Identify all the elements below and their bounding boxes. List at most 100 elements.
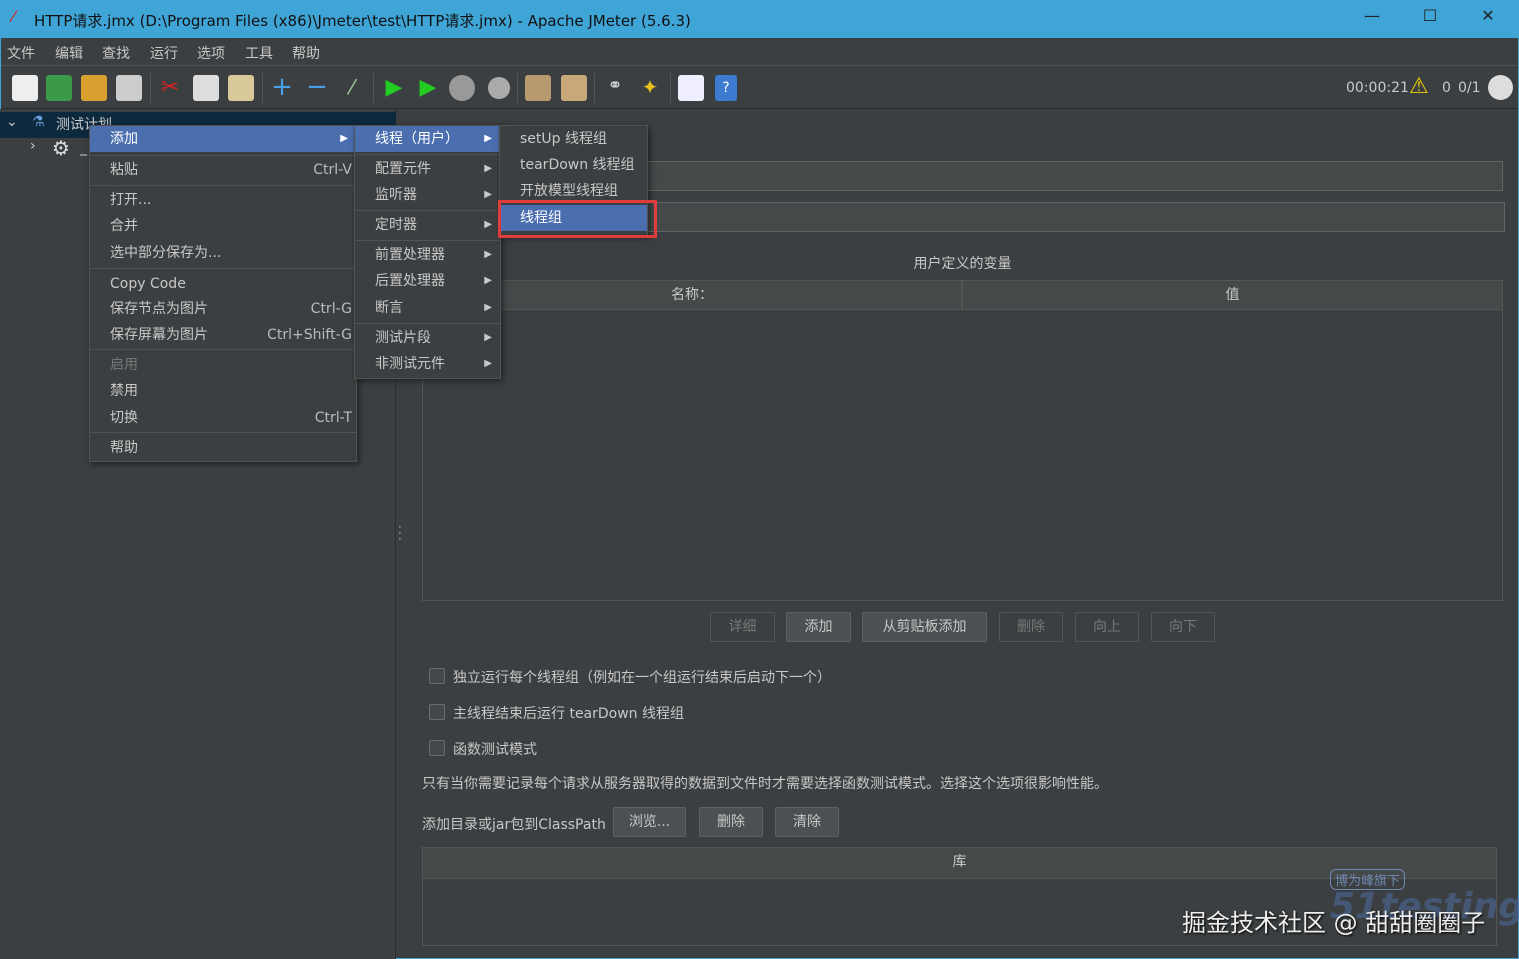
menu-item-save-selection[interactable]: 选中部分保存为... <box>90 240 356 266</box>
menu-item-label: Copy Code <box>110 276 186 292</box>
column-header-value[interactable]: 值 <box>962 280 1503 310</box>
help-icon[interactable]: ? <box>715 75 737 101</box>
menu-bar: 文件 编辑 查找 运行 选项 工具 帮助 <box>1 38 1518 66</box>
watermark-text: 掘金技术社区 @ 甜甜圈圈子 <box>1182 909 1486 937</box>
menu-search[interactable]: 查找 <box>102 43 130 63</box>
shutdown-icon[interactable] <box>487 76 511 100</box>
menu-item-add[interactable]: 添加 ▶ <box>90 126 356 152</box>
shortcut-label: Ctrl-V <box>313 162 352 178</box>
save-icon[interactable] <box>116 75 142 101</box>
menu-help[interactable]: 帮助 <box>292 43 320 63</box>
menu-item-label: 测试片段 <box>375 330 431 346</box>
name-field[interactable] <box>645 161 1503 191</box>
menu-item-enable[interactable]: 启用 <box>90 352 356 378</box>
toggle-icon[interactable]: ⁄ <box>339 75 365 101</box>
menu-item-merge[interactable]: 合并 <box>90 213 356 239</box>
move-down-button[interactable]: 向下 <box>1151 612 1215 642</box>
menu-file[interactable]: 文件 <box>7 43 35 63</box>
gear-icon: ⚙ <box>52 136 70 160</box>
menu-item-label: 非测试元件 <box>375 356 445 372</box>
reset-search-icon[interactable]: ✦ <box>637 75 663 101</box>
cut-icon[interactable]: ✂ <box>157 75 183 101</box>
chevron-right-icon[interactable]: › <box>30 138 36 154</box>
add-button[interactable]: 添加 <box>786 612 851 642</box>
menu-run[interactable]: 运行 <box>150 43 178 63</box>
menu-item-label: 启用 <box>110 357 138 373</box>
jmeter-feather-icon: ⁄ <box>12 7 15 26</box>
split-pane-handle[interactable]: · · · <box>398 521 402 545</box>
detail-button[interactable]: 详细 <box>710 612 775 642</box>
menu-item-config-element[interactable]: 配置元件 ▶ <box>355 156 500 182</box>
templates-icon[interactable] <box>46 75 72 101</box>
move-up-button[interactable]: 向上 <box>1075 612 1139 642</box>
start-no-pause-icon[interactable]: ▶ <box>415 75 441 101</box>
new-icon[interactable] <box>12 75 38 101</box>
teardown-on-shutdown-checkbox[interactable] <box>429 704 445 720</box>
collapse-icon[interactable]: − <box>304 74 330 101</box>
menu-item-help[interactable]: 帮助 <box>90 435 356 461</box>
menu-edit[interactable]: 编辑 <box>55 43 83 63</box>
menu-item-non-test-elements[interactable]: 非测试元件 ▶ <box>355 351 500 377</box>
clear-icon[interactable] <box>525 75 551 101</box>
clear-all-icon[interactable] <box>561 75 587 101</box>
classpath-label: 添加目录或jar包到ClassPath <box>422 817 606 833</box>
menu-item-label: 打开... <box>110 192 152 208</box>
warning-icon[interactable]: ⚠ <box>1409 74 1429 99</box>
menu-item-copy-code[interactable]: Copy Code <box>90 271 356 297</box>
menu-item-open[interactable]: 打开... <box>90 187 356 213</box>
start-icon[interactable]: ▶ <box>381 75 407 101</box>
variables-table[interactable] <box>422 309 1503 601</box>
serialize-threadgroups-checkbox[interactable] <box>429 668 445 684</box>
menu-item-save-node-image[interactable]: 保存节点为图片 Ctrl-G <box>90 296 356 322</box>
column-header-name[interactable]: 名称： <box>422 280 962 310</box>
title-bar: ⁄ HTTP请求.jmx (D:\Program Files (x86)\Jme… <box>0 0 1519 38</box>
toolbar-separator <box>670 73 671 103</box>
checkbox-label: 独立运行每个线程组（例如在一个组运行结束后启动下一个） <box>453 670 831 686</box>
menu-separator <box>355 323 500 324</box>
browse-button[interactable]: 浏览... <box>613 807 686 837</box>
shortcut-label: Ctrl-T <box>314 410 352 426</box>
add-from-clipboard-button[interactable]: 从剪贴板添加 <box>862 612 987 642</box>
menu-tools[interactable]: 工具 <box>245 43 273 63</box>
shortcut-label: Ctrl-G <box>310 301 352 317</box>
paste-icon[interactable] <box>228 75 254 101</box>
menu-item-toggle[interactable]: 切换 Ctrl-T <box>90 405 356 431</box>
caret-right-icon: ▶ <box>484 302 492 313</box>
functional-mode-checkbox[interactable] <box>429 740 445 756</box>
open-icon[interactable] <box>81 75 107 101</box>
search-icon[interactable]: ⚭ <box>602 75 628 101</box>
tree-node-label[interactable]: _ <box>80 140 87 156</box>
copy-icon[interactable] <box>193 75 219 101</box>
menu-item-paste[interactable]: 粘贴 Ctrl-V <box>90 157 356 183</box>
chevron-down-icon[interactable]: ⌄ <box>6 114 18 130</box>
close-button[interactable]: ✕ <box>1468 6 1508 32</box>
menu-item-setup-thread-group[interactable]: setUp 线程组 <box>500 126 647 152</box>
menu-item-timer[interactable]: 定时器 ▶ <box>355 212 500 238</box>
menu-separator <box>90 432 356 433</box>
stop-icon[interactable] <box>449 75 475 101</box>
minimize-button[interactable]: — <box>1352 6 1392 32</box>
menu-item-label: 选中部分保存为... <box>110 245 222 261</box>
menu-item-save-screen-image[interactable]: 保存屏幕为图片 Ctrl+Shift-G <box>90 322 356 348</box>
delete-button[interactable]: 删除 <box>999 612 1063 642</box>
menu-item-post-processor[interactable]: 后置处理器 ▶ <box>355 268 500 294</box>
menu-options[interactable]: 选项 <box>197 43 225 63</box>
expand-icon[interactable]: + <box>269 74 295 101</box>
comments-field[interactable] <box>645 202 1505 232</box>
menu-item-label: 配置元件 <box>375 161 431 177</box>
menu-item-listener[interactable]: 监听器 ▶ <box>355 182 500 208</box>
menu-item-label: 后置处理器 <box>375 273 445 289</box>
menu-item-label: 线程（用户） <box>375 131 459 147</box>
maximize-button[interactable]: ☐ <box>1410 6 1450 32</box>
caret-right-icon: ▶ <box>484 275 492 286</box>
menu-item-test-fragment[interactable]: 测试片段 ▶ <box>355 325 500 351</box>
menu-item-teardown-thread-group[interactable]: tearDown 线程组 <box>500 152 647 178</box>
menu-item-disable[interactable]: 禁用 <box>90 378 356 404</box>
classpath-clear-button[interactable]: 清除 <box>775 807 839 837</box>
shortcut-label: Ctrl+Shift-G <box>267 327 352 343</box>
menu-item-assertion[interactable]: 断言 ▶ <box>355 295 500 321</box>
menu-item-threads[interactable]: 线程（用户） ▶ <box>355 126 500 152</box>
function-helper-icon[interactable] <box>678 75 704 101</box>
menu-item-pre-processor[interactable]: 前置处理器 ▶ <box>355 242 500 268</box>
classpath-delete-button[interactable]: 删除 <box>699 807 763 837</box>
